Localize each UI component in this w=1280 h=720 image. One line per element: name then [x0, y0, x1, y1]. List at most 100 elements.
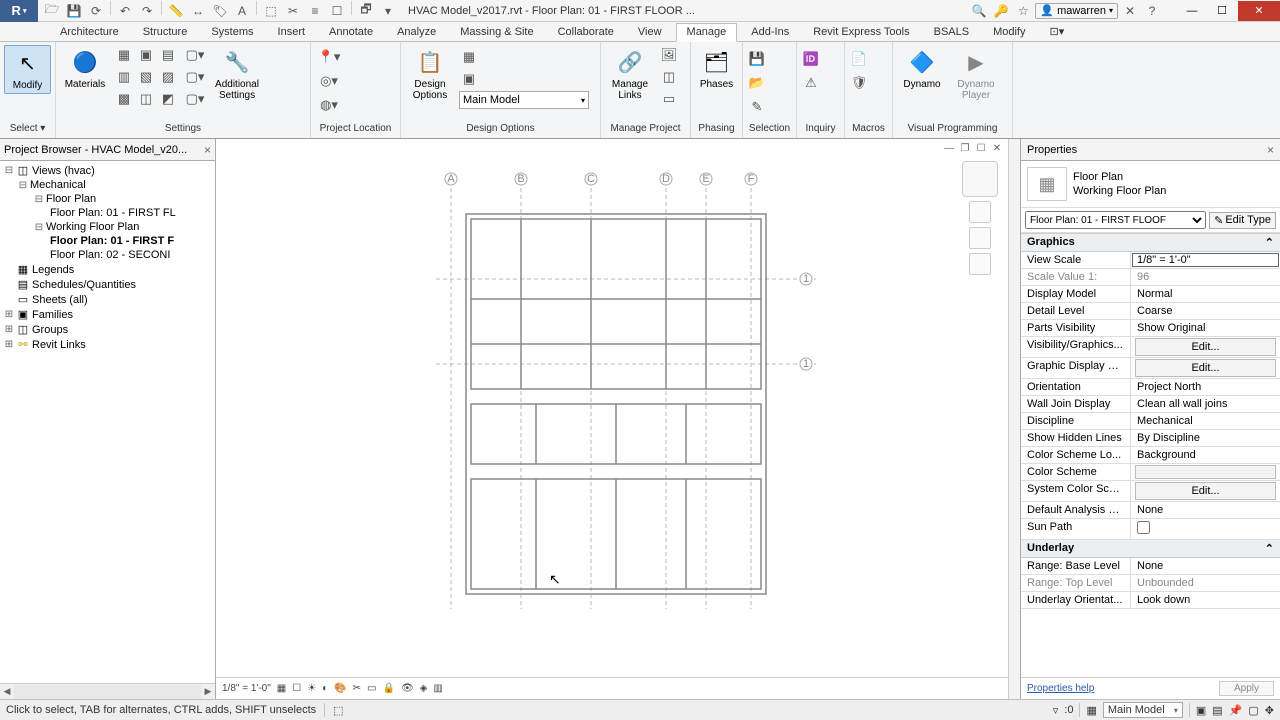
tree-families[interactable]: Families: [32, 309, 73, 321]
keyword-icon[interactable]: 🔑: [991, 1, 1011, 21]
ribbon-tab-analyze[interactable]: Analyze: [387, 24, 446, 41]
starting-view-icon[interactable]: ▭: [659, 89, 679, 109]
pb-hscroll[interactable]: ◀▶: [0, 683, 215, 699]
modify-button[interactable]: ↖Modify: [4, 45, 51, 94]
properties-help-link[interactable]: Properties help: [1027, 683, 1094, 694]
prop-row[interactable]: View Scale1/8" = 1'-0": [1021, 252, 1280, 269]
tree-mechanical[interactable]: Mechanical: [30, 179, 86, 191]
tree-floor-plan[interactable]: Floor Plan: [46, 193, 96, 205]
tag-icon[interactable]: 🏷: [210, 1, 230, 21]
prop-row[interactable]: Show Hidden LinesBy Discipline: [1021, 430, 1280, 447]
view-close-icon[interactable]: ✕: [990, 141, 1004, 155]
minimize-button[interactable]: —: [1178, 1, 1206, 21]
collapse-icon[interactable]: ⊟: [34, 194, 44, 205]
collapse-icon[interactable]: ⊟: [34, 222, 44, 233]
tree-working-floor-plan[interactable]: Working Floor Plan: [46, 221, 139, 233]
expand-icon[interactable]: ⊞: [4, 309, 14, 320]
macro-security-icon[interactable]: 🛡: [849, 73, 869, 93]
manage-images-icon[interactable]: 🖼: [659, 45, 679, 65]
status-workset-icon[interactable]: ▦: [1086, 704, 1096, 717]
add-to-set-icon[interactable]: ▦: [459, 47, 479, 67]
nav-zoom-icon[interactable]: [969, 227, 991, 249]
app-menu-button[interactable]: R: [0, 0, 38, 22]
measure-icon[interactable]: 📏: [166, 1, 186, 21]
phases-button[interactable]: 🗂Phases: [695, 45, 738, 92]
prop-row[interactable]: Color Scheme Lo...Background: [1021, 447, 1280, 464]
text-icon[interactable]: A: [232, 1, 252, 21]
prop-checkbox[interactable]: [1137, 521, 1150, 534]
position-icon[interactable]: ◍▾: [315, 95, 343, 115]
save-icon[interactable]: 💾: [64, 1, 84, 21]
status-select-underlay-icon[interactable]: ▤: [1212, 704, 1222, 717]
ribbon-tab-massing-site[interactable]: Massing & Site: [450, 24, 543, 41]
status-select-pinned-icon[interactable]: 📌: [1229, 704, 1243, 717]
prop-row[interactable]: Parts VisibilityShow Original: [1021, 320, 1280, 337]
edit-type-button[interactable]: ✎Edit Type: [1209, 212, 1276, 229]
status-select-face-icon[interactable]: ▢: [1248, 704, 1258, 717]
prop-row[interactable]: Display ModelNormal: [1021, 286, 1280, 303]
transfer-icon[interactable]: ▨: [158, 67, 178, 87]
exchange-icon[interactable]: ✕: [1120, 1, 1140, 21]
nav-wheel-icon[interactable]: [969, 201, 991, 223]
rendering-icon[interactable]: 🎨: [334, 683, 346, 694]
purge-icon[interactable]: ▩: [114, 89, 134, 109]
undo-icon[interactable]: ↶: [115, 1, 135, 21]
additional-settings-button[interactable]: 🔧Additional Settings: [212, 45, 262, 103]
view-restore-icon[interactable]: ❐: [958, 141, 972, 155]
ribbon-tab-structure[interactable]: Structure: [133, 24, 198, 41]
project-browser-close-icon[interactable]: ×: [204, 143, 211, 157]
prop-group-header[interactable]: Graphics⌃: [1021, 234, 1280, 252]
lock-icon[interactable]: 🔒: [383, 683, 395, 694]
section-icon[interactable]: ✂: [283, 1, 303, 21]
ribbon-tab-systems[interactable]: Systems: [201, 24, 263, 41]
tree-legends[interactable]: Legends: [32, 264, 74, 276]
load-selection-icon[interactable]: 📂: [747, 73, 767, 93]
collapse-icon[interactable]: ⊟: [18, 180, 28, 191]
prop-group-header[interactable]: Underlay⌃: [1021, 540, 1280, 558]
temp-hide-icon[interactable]: 👁: [401, 683, 414, 694]
reveal-hidden-icon[interactable]: ◈: [420, 683, 428, 694]
status-selection-icon[interactable]: ⬚: [333, 704, 343, 717]
dynamo-button[interactable]: 🔷Dynamo: [897, 45, 947, 92]
ribbon-tab-architecture[interactable]: Architecture: [50, 24, 129, 41]
tree-views[interactable]: Views (hvac): [32, 165, 95, 177]
prop-row[interactable]: Wall Join DisplayClean all wall joins: [1021, 396, 1280, 413]
units-icon[interactable]: ◫: [136, 89, 156, 109]
panel-schedule-icon[interactable]: ▢▾: [182, 67, 208, 87]
prop-row[interactable]: Visibility/Graphics...Edit...: [1021, 337, 1280, 358]
align-dim-icon[interactable]: ↔: [188, 1, 208, 21]
close-button[interactable]: ✕: [1238, 1, 1280, 21]
visual-style-icon[interactable]: ☐: [292, 683, 301, 694]
status-select-links-icon[interactable]: ▣: [1196, 704, 1206, 717]
save-selection-icon[interactable]: 💾: [747, 49, 767, 69]
project-params-icon[interactable]: ▥: [114, 67, 134, 87]
design-option-combo[interactable]: Main Model▾: [459, 91, 589, 109]
open-icon[interactable]: 🗁: [42, 1, 62, 21]
crop-region-icon[interactable]: ▭: [367, 683, 376, 694]
user-chip[interactable]: 👤mawarren▾: [1035, 3, 1118, 19]
prop-row[interactable]: Sun Path: [1021, 519, 1280, 540]
view-scale[interactable]: 1/8" = 1'-0": [222, 683, 271, 694]
expand-icon[interactable]: ⊞: [4, 339, 14, 350]
prop-row[interactable]: Underlay Orientat...Look down: [1021, 592, 1280, 609]
dropdown-icon[interactable]: ▾: [378, 1, 398, 21]
prop-row[interactable]: Graphic Display O...Edit...: [1021, 358, 1280, 379]
expand-icon[interactable]: ⊞: [4, 324, 14, 335]
star-icon[interactable]: ☆: [1013, 1, 1033, 21]
ribbon-tab-insert[interactable]: Insert: [268, 24, 316, 41]
maximize-button[interactable]: ☐: [1208, 1, 1236, 21]
sun-path-icon[interactable]: ☀: [307, 683, 316, 694]
redo-icon[interactable]: ↷: [137, 1, 157, 21]
coordinates-icon[interactable]: ◎▾: [315, 71, 343, 91]
ribbon-tab-modify[interactable]: Modify: [983, 24, 1035, 41]
view-max-icon[interactable]: ☐: [974, 141, 988, 155]
crop-view-icon[interactable]: ✂: [353, 683, 361, 694]
decal-types-icon[interactable]: ◫: [659, 67, 679, 87]
macro-manager-icon[interactable]: 📄: [849, 49, 869, 69]
nav-pan-icon[interactable]: [969, 253, 991, 275]
manage-links-button[interactable]: 🔗Manage Links: [605, 45, 655, 103]
shared-params-icon[interactable]: ▧: [136, 67, 156, 87]
drawing-canvas[interactable]: — ❐ ☐ ✕ A B C: [216, 139, 1008, 699]
3d-view-icon[interactable]: ⬚: [261, 1, 281, 21]
type-selector[interactable]: ▦ Floor Plan Working Floor Plan: [1021, 161, 1280, 208]
